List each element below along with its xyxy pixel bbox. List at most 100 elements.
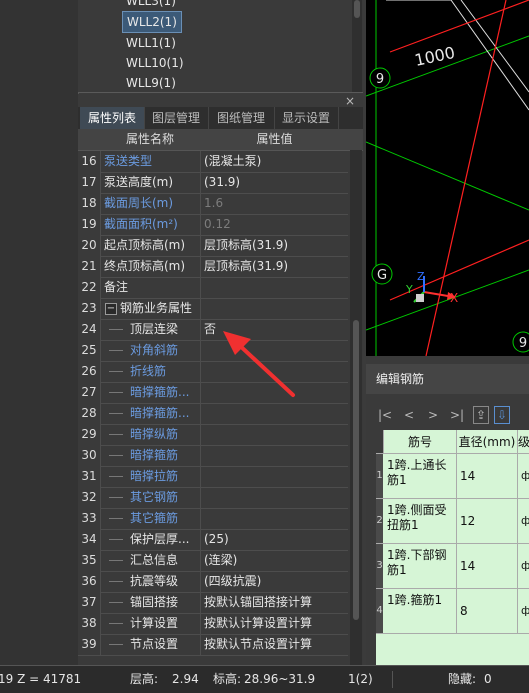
component-list: WLL3(1) WLL2(1) WLL1(1) WLL10(1) WLL9(1) — [78, 0, 363, 93]
property-row[interactable]: 26 折线筋 — [78, 361, 348, 383]
property-value[interactable]: 0.12 — [201, 214, 348, 235]
last-record-button[interactable]: >| — [448, 404, 466, 426]
tab-drawing-management[interactable]: 图纸管理 — [208, 107, 275, 129]
property-grid-scrollbar[interactable] — [350, 150, 362, 665]
list-item[interactable]: WLL9(1) — [122, 73, 180, 93]
property-name: 折线筋 — [101, 361, 201, 382]
list-item[interactable]: WLL10(1) — [122, 53, 188, 73]
property-value[interactable]: (四级抗震) — [201, 571, 348, 592]
property-row[interactable]: 31 暗撑拉筋 — [78, 466, 348, 488]
rebar-grade[interactable]: ф — [518, 544, 529, 588]
property-row[interactable]: 29 暗撑纵筋 — [78, 424, 348, 446]
next-record-button[interactable]: > — [424, 404, 442, 426]
collapse-icon[interactable]: − — [105, 303, 117, 315]
property-row[interactable]: 24 顶层连梁否 — [78, 319, 348, 341]
property-name-text: 其它钢筋 — [130, 490, 179, 504]
axis-bubble-label: 9 — [376, 72, 384, 87]
property-value[interactable]: (25) — [201, 529, 348, 550]
property-row[interactable]: 28 暗撑箍筋... — [78, 403, 348, 425]
property-row[interactable]: 17 泵送高度(m) (31.9) — [78, 172, 348, 194]
property-value[interactable]: 按默认节点设置计算 — [201, 634, 348, 655]
property-row[interactable]: 27 暗撑箍筋... — [78, 382, 348, 404]
property-row[interactable]: 30 暗撑箍筋 — [78, 445, 348, 467]
property-row[interactable]: 33 其它箍筋 — [78, 508, 348, 530]
wall-edge — [460, 0, 529, 93]
property-value[interactable] — [201, 466, 348, 487]
rebar-diameter[interactable]: 12 — [457, 499, 518, 543]
tab-layer-management[interactable]: 图层管理 — [144, 107, 209, 129]
property-name-text: 折线筋 — [130, 364, 167, 378]
rebar-row[interactable]: 4 1跨.箍筋1 8 ф — [376, 589, 529, 634]
rebar-grade[interactable]: ф — [518, 454, 529, 498]
property-row[interactable]: 38 计算设置 按默认计算设置计算 — [78, 613, 348, 635]
property-row[interactable]: 32 其它钢筋 — [78, 487, 348, 509]
rebar-bar-no[interactable]: 1跨.下部钢筋1 — [384, 544, 457, 588]
property-row[interactable]: 25 对角斜筋 — [78, 340, 348, 362]
property-value[interactable]: (混凝土泵) — [201, 151, 348, 172]
rebar-grade[interactable]: ф — [518, 499, 529, 543]
row-number: 22 — [78, 277, 101, 298]
property-value[interactable]: (31.9) — [201, 172, 348, 193]
tree-connector — [109, 350, 123, 351]
property-row[interactable]: 36 抗震等级 (四级抗震) — [78, 571, 348, 593]
property-row[interactable]: 35 汇总信息 (连梁) — [78, 550, 348, 572]
property-value[interactable]: 层顶标高(31.9) — [201, 256, 348, 277]
svg-text:Z: Z — [417, 270, 425, 283]
property-row[interactable]: 39 节点设置 按默认节点设置计算 — [78, 634, 348, 656]
property-name-text: 截面面积(m²) — [104, 217, 178, 231]
axis-bubble-label: G — [377, 268, 387, 283]
property-value[interactable] — [201, 298, 348, 319]
property-value[interactable]: 1.6 — [201, 193, 348, 214]
list-item[interactable]: WLL1(1) — [122, 33, 180, 53]
property-row[interactable]: 34 保护层厚... (25) — [78, 529, 348, 551]
rebar-edit-panel: 编辑钢筋 |< < > >| ⇪ ⇩ 筋号 直径(mm) 级 1 1跨.上通长筋1… — [366, 364, 529, 665]
property-row[interactable]: 16 泵送类型 (混凝土泵) — [78, 151, 348, 173]
property-row[interactable]: 21 终点顶标高(m) 层顶标高(31.9) — [78, 256, 348, 278]
property-row[interactable]: 23− 钢筋业务属性 — [78, 298, 348, 320]
rebar-row[interactable]: 3 1跨.下部钢筋1 14 ф — [376, 544, 529, 589]
row-number: 21 — [78, 256, 101, 277]
list-scrollbar[interactable] — [352, 0, 362, 92]
insert-icon[interactable]: ⇪ — [473, 406, 489, 424]
property-row[interactable]: 19 截面面积(m²) 0.12 — [78, 214, 348, 236]
delete-icon[interactable]: ⇩ — [494, 406, 510, 424]
cad-viewport[interactable]: 1000 9 G 9 X Y Z — [366, 0, 529, 356]
rebar-diameter[interactable]: 14 — [457, 544, 518, 588]
tree-connector — [109, 623, 123, 624]
rebar-bar-no[interactable]: 1跨.上通长筋1 — [384, 454, 457, 498]
splitter[interactable] — [366, 356, 529, 364]
property-name-text: 节点设置 — [130, 637, 179, 651]
list-item-selected[interactable]: WLL2(1) — [122, 11, 182, 33]
column-header-value: 属性值 — [256, 132, 293, 146]
property-row[interactable]: 22 备注 — [78, 277, 348, 299]
rebar-grade[interactable]: ф — [518, 589, 529, 633]
property-value[interactable] — [201, 508, 348, 529]
property-value[interactable]: 层顶标高(31.9) — [201, 235, 348, 256]
rebar-diameter[interactable]: 14 — [457, 454, 518, 498]
property-row[interactable]: 18 截面周长(m) 1.6 — [78, 193, 348, 215]
tree-connector — [109, 539, 123, 540]
list-item[interactable]: WLL3(1) — [122, 0, 180, 11]
property-value[interactable] — [201, 487, 348, 508]
rebar-bar-no[interactable]: 1跨.箍筋1 — [384, 589, 457, 633]
rebar-row[interactable]: 1 1跨.上通长筋1 14 ф — [376, 454, 529, 499]
property-value[interactable] — [201, 424, 348, 445]
tab-property-list[interactable]: 属性列表 — [80, 107, 145, 129]
close-icon[interactable]: × — [343, 94, 357, 108]
tab-display-settings[interactable]: 显示设置 — [274, 107, 339, 129]
property-value[interactable] — [201, 403, 348, 424]
rebar-bar-no[interactable]: 1跨.侧面受扭筋1 — [384, 499, 457, 543]
property-row[interactable]: 20 起点顶标高(m) 层顶标高(31.9) — [78, 235, 348, 257]
rebar-diameter[interactable]: 8 — [457, 589, 518, 633]
property-value[interactable] — [201, 277, 348, 298]
property-row[interactable]: 37 锚固搭接 按默认锚固搭接计算 — [78, 592, 348, 614]
property-name-text: 保护层厚... — [130, 532, 190, 546]
property-value[interactable]: 按默认计算设置计算 — [201, 613, 348, 634]
first-record-button[interactable]: |< — [376, 404, 394, 426]
previous-record-button[interactable]: < — [400, 404, 418, 426]
rebar-row[interactable]: 2 1跨.侧面受扭筋1 12 ф — [376, 499, 529, 544]
property-name: 对角斜筋 — [101, 340, 201, 361]
property-value[interactable]: (连梁) — [201, 550, 348, 571]
property-value[interactable]: 按默认锚固搭接计算 — [201, 592, 348, 613]
property-value[interactable] — [201, 445, 348, 466]
